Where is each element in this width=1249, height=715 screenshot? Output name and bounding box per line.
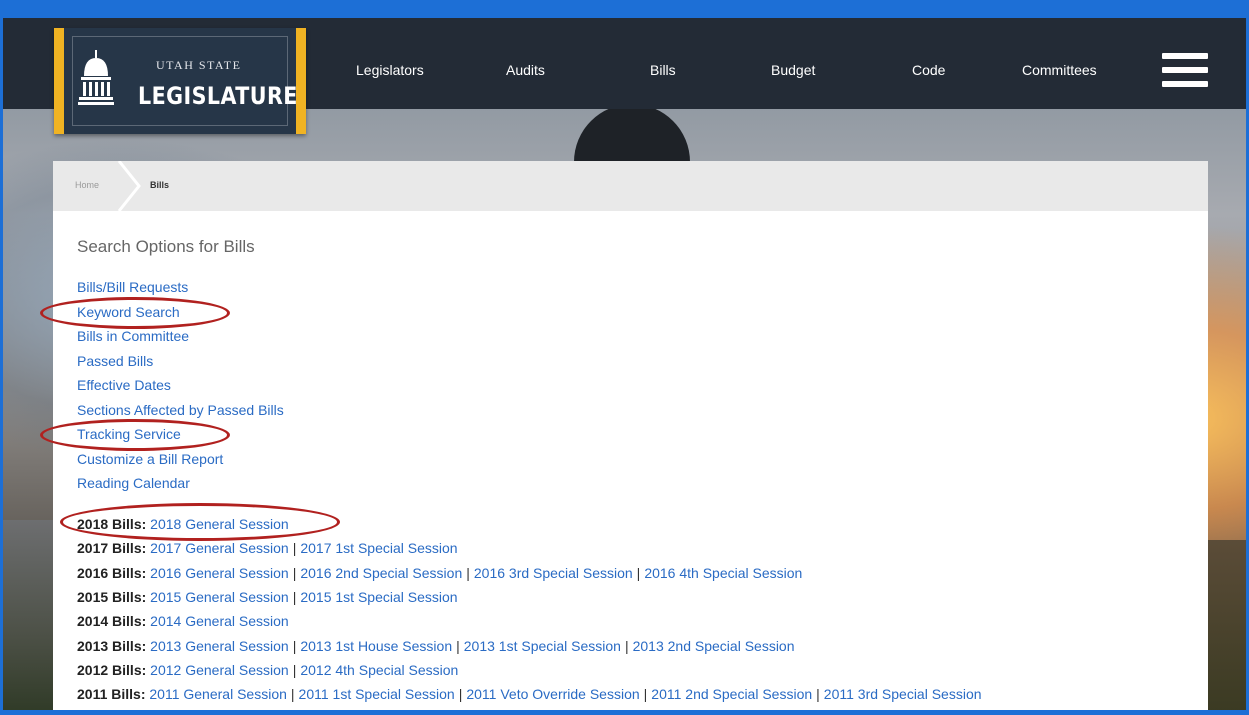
- window-frame-left: [0, 18, 3, 710]
- year-label: 2017 Bills:: [77, 540, 151, 557]
- year-row: 2013 Bills: 2013 General Session | 2013 1s…: [77, 638, 795, 654]
- separator: |: [624, 637, 629, 654]
- separator: |: [816, 686, 820, 703]
- session-link[interactable]: 2016 2nd Special Session: [300, 565, 462, 581]
- session-link[interactable]: 2013 2nd Special Session: [633, 638, 795, 654]
- separator: |: [636, 564, 641, 581]
- link-tracking-service[interactable]: Tracking Service: [77, 426, 181, 442]
- breadcrumb: Home Bills: [53, 161, 1208, 211]
- session-link[interactable]: 2018 General Session: [150, 516, 289, 532]
- session-link[interactable]: 2016 General Session: [150, 565, 289, 581]
- page-title: Search Options for Bills: [77, 237, 255, 256]
- nav-budget[interactable]: Budget: [771, 62, 815, 78]
- session-link[interactable]: 2012 General Session: [150, 662, 289, 678]
- session-link[interactable]: 2011 Veto Override Session: [466, 686, 639, 702]
- breadcrumb-current: Bills: [150, 180, 170, 190]
- link-reading-calendar[interactable]: Reading Calendar: [77, 475, 190, 491]
- session-link[interactable]: 2015 General Session: [150, 589, 289, 605]
- logo-subtitle: UTAH STATE: [156, 58, 242, 72]
- separator: |: [466, 564, 470, 581]
- year-row: 2012 Bills: 2012 General Session | 2012 4t…: [77, 662, 458, 678]
- session-link[interactable]: 2011 General Session: [149, 686, 287, 702]
- year-row: 2018 Bills: 2018 General Session: [77, 516, 289, 532]
- separator: |: [290, 686, 295, 703]
- nav-code[interactable]: Code: [912, 62, 945, 78]
- link-passed-bills[interactable]: Passed Bills: [77, 353, 153, 369]
- capitol-icon: [78, 50, 114, 105]
- separator: |: [456, 637, 460, 654]
- link-bill-requests[interactable]: Bills/Bill Requests: [77, 279, 188, 295]
- background-building-left: [0, 520, 60, 715]
- year-label: 2016 Bills:: [77, 564, 151, 581]
- session-link[interactable]: 2016 4th Special Session: [644, 565, 802, 581]
- site-logo[interactable]: UTAH STATE LEGISLATURE: [54, 28, 306, 134]
- session-link[interactable]: 2011 2nd Special Session: [651, 686, 812, 702]
- separator: |: [458, 686, 463, 703]
- separator: |: [292, 540, 297, 557]
- year-row: 2014 Bills: 2014 General Session: [77, 613, 289, 629]
- session-link[interactable]: 2013 1st Special Session: [464, 638, 621, 654]
- year-label: 2011 Bills:: [77, 686, 150, 703]
- year-label: 2014 Bills:: [77, 613, 151, 630]
- link-sections-affected[interactable]: Sections Affected by Passed Bills: [77, 402, 284, 418]
- session-link[interactable]: 2013 1st House Session: [300, 638, 452, 654]
- nav-committees[interactable]: Committees: [1022, 62, 1097, 78]
- session-link[interactable]: 2016 3rd Special Session: [474, 565, 633, 581]
- link-keyword-search[interactable]: Keyword Search: [77, 304, 180, 320]
- year-row: 2011 Bills: 2011 General Session | 2011 1s…: [77, 686, 982, 702]
- year-row: 2015 Bills: 2015 General Session | 2015 1s…: [77, 589, 458, 605]
- link-bills-in-committee[interactable]: Bills in Committee: [77, 328, 189, 344]
- nav-audits[interactable]: Audits: [506, 62, 545, 78]
- session-link[interactable]: 2017 1st Special Session: [300, 540, 457, 556]
- logo-title: LEGISLATURE: [138, 82, 298, 110]
- separator: |: [292, 564, 297, 581]
- breadcrumb-chevron-icon: [117, 161, 141, 211]
- hamburger-menu-icon[interactable]: [1162, 53, 1208, 87]
- nav-bills[interactable]: Bills: [650, 62, 676, 78]
- session-link[interactable]: 2011 1st Special Session: [299, 686, 455, 702]
- session-link[interactable]: 2011 3rd Special Session: [824, 686, 982, 702]
- session-link[interactable]: 2012 4th Special Session: [300, 662, 458, 678]
- year-label: 2013 Bills:: [77, 637, 151, 654]
- separator: |: [292, 661, 297, 678]
- separator: |: [643, 686, 648, 703]
- nav-legislators[interactable]: Legislators: [356, 62, 424, 78]
- separator: |: [292, 637, 297, 654]
- window-frame-bottom: [0, 710, 1249, 715]
- session-link[interactable]: 2014 General Session: [150, 613, 289, 629]
- year-row: 2016 Bills: 2016 General Session | 2016 2n…: [77, 565, 802, 581]
- session-link[interactable]: 2013 General Session: [150, 638, 289, 654]
- breadcrumb-home[interactable]: Home: [75, 180, 99, 190]
- year-label: 2018 Bills:: [77, 516, 151, 532]
- session-link[interactable]: 2015 1st Special Session: [300, 589, 457, 605]
- capitol-dome: [574, 104, 690, 166]
- separator: |: [292, 588, 297, 605]
- year-label: 2015 Bills:: [77, 588, 151, 605]
- window-frame-top: [0, 0, 1249, 18]
- content-panel: Home Bills Search Options for Bills Bill…: [40, 161, 1208, 710]
- link-effective-dates[interactable]: Effective Dates: [77, 377, 171, 393]
- year-row: 2017 Bills: 2017 General Session | 2017 1s…: [77, 540, 458, 556]
- year-label: 2012 Bills:: [77, 661, 151, 678]
- session-link[interactable]: 2017 General Session: [150, 540, 289, 556]
- link-customize-bill-report[interactable]: Customize a Bill Report: [77, 451, 223, 467]
